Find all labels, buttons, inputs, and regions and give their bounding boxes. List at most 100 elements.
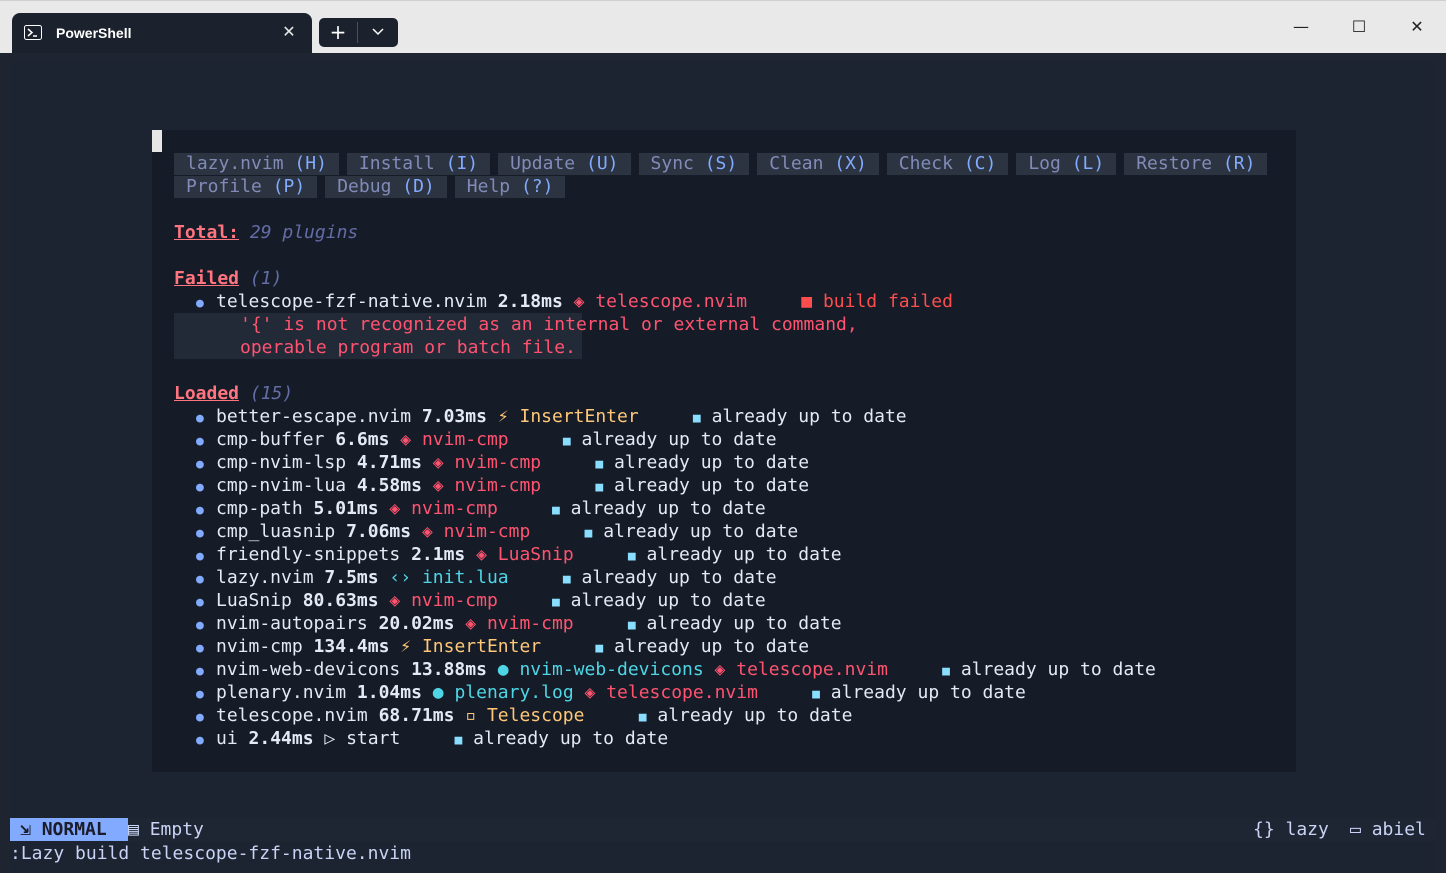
lazy-button-clean[interactable]: Clean (X) <box>757 153 879 175</box>
plugin-time: 7.5ms <box>324 567 379 588</box>
plugin-status: already up to date <box>960 659 1156 680</box>
mode-indicator: ⇲ NORMAL <box>10 818 128 841</box>
command-line[interactable]: :Lazy build telescope-fzf-native.nvim <box>10 842 411 865</box>
plugin-status: already up to date <box>646 544 842 565</box>
plugin-row[interactable]: ● nvim-web-devicons 13.88ms ● nvim-web-de… <box>196 658 1156 681</box>
plugin-name: cmp-path <box>216 498 303 519</box>
plugin-row[interactable]: ● better-escape.nvim 7.03ms ⚡ InsertEnter… <box>196 405 907 428</box>
plugin-row[interactable]: ● lazy.nvim 7.5ms ‹› init.lua ■ already u… <box>196 566 777 589</box>
lazy-button-log[interactable]: Log (L) <box>1016 153 1117 175</box>
statusline: ⇲ NORMAL ▤ Empty {} lazy ▭ abiel <box>10 818 1436 841</box>
plugin-status: already up to date <box>473 728 669 749</box>
plugin-name: nvim-cmp <box>216 636 303 657</box>
plugin-row[interactable]: ● nvim-cmp 134.4ms ⚡ InsertEnter ■ alread… <box>196 635 809 658</box>
file-name: Empty <box>149 819 204 840</box>
failed-plugin-row[interactable]: ● telescope-fzf-native.nvim 2.18ms ◈ tele… <box>196 290 953 313</box>
lazy-button-help[interactable]: Help (?) <box>454 176 566 198</box>
file-icon: ▤ <box>128 819 139 840</box>
source-icon: ◈ <box>389 498 401 519</box>
total-line: Total: 29 plugins <box>174 221 358 244</box>
plugin-source: LuaSnip <box>497 544 574 565</box>
plugin-row[interactable]: ● cmp-nvim-lsp 4.71ms ◈ nvim-cmp ■ alread… <box>196 451 809 474</box>
maximize-button[interactable]: ☐ <box>1336 11 1382 43</box>
plugin-row[interactable]: ● cmp_luasnip 7.06ms ◈ nvim-cmp ■ already… <box>196 520 798 543</box>
plugin-status: already up to date <box>657 705 853 726</box>
plugin-row[interactable]: ● cmp-nvim-lua 4.58ms ◈ nvim-cmp ■ alread… <box>196 474 809 497</box>
source-icon: ⚡ <box>497 406 509 427</box>
status-square-icon: ■ <box>454 733 463 748</box>
plugin-status: already up to date <box>614 452 810 473</box>
new-tab-button[interactable]: + <box>319 18 357 47</box>
button-key: (S) <box>704 153 738 174</box>
check-circle-icon: ● <box>196 664 204 679</box>
source-icon: ◈ <box>476 544 487 565</box>
lazy-button-update[interactable]: Update (U) <box>498 153 631 175</box>
lazy-button-sync[interactable]: Sync (S) <box>638 153 750 175</box>
check-circle-icon: ● <box>196 641 204 656</box>
minimize-button[interactable]: — <box>1278 11 1324 43</box>
check-circle-icon: ● <box>196 457 204 472</box>
plugin-source: telescope.nvim <box>595 291 748 312</box>
plugin-name: cmp-buffer <box>216 429 325 450</box>
button-label: Install <box>358 153 435 174</box>
tab-powershell[interactable]: PowerShell ✕ <box>12 13 312 53</box>
plugin-status: already up to date <box>614 636 810 657</box>
plugin-time: 68.71ms <box>378 705 455 726</box>
lazy-button-install[interactable]: Install (I) <box>346 153 491 175</box>
error-message-line2: operable program or batch file. <box>240 337 576 358</box>
status-square-icon: ■ <box>638 710 647 725</box>
plugin-row[interactable]: ● plenary.nvim 1.04ms ● plenary.log ◈ tel… <box>196 681 1026 704</box>
plugin-name: plenary.nvim <box>216 682 347 703</box>
lazy-button-debug[interactable]: Debug (D) <box>325 176 447 198</box>
plugin-source: InsertEnter <box>519 406 639 427</box>
tab-actions: + <box>319 18 398 47</box>
close-window-button[interactable]: ✕ <box>1394 11 1440 43</box>
plugin-status: already up to date <box>603 521 799 542</box>
plugin-row[interactable]: ● cmp-path 5.01ms ◈ nvim-cmp ■ already up… <box>196 497 766 520</box>
lazy-button-lazynvim[interactable]: lazy.nvim (H) <box>174 153 339 175</box>
plugin-row[interactable]: ● LuaSnip 80.63ms ◈ nvim-cmp ■ already up… <box>196 589 766 612</box>
title-bar: PowerShell ✕ + — ☐ ✕ <box>0 0 1446 53</box>
plugin-source: nvim-web-devicons <box>519 659 704 680</box>
plugin-row[interactable]: ● ui 2.44ms ▷ start ■ already up to date <box>196 727 668 750</box>
plugin-time: 1.04ms <box>356 682 422 703</box>
status-square-icon: ■ <box>562 434 571 449</box>
plugin-row[interactable]: ● friendly-snippets 2.1ms ◈ LuaSnip ■ alr… <box>196 543 842 566</box>
source-icon: ‹› <box>389 567 412 588</box>
lazy-button-profile[interactable]: Profile (P) <box>174 176 318 198</box>
plugin-row[interactable]: ● telescope.nvim 68.71ms ▫ Telescope ■ al… <box>196 704 852 727</box>
chevron-down-icon[interactable] <box>358 18 398 47</box>
plugin-time: 5.01ms <box>313 498 379 519</box>
status-square-icon: ■ <box>942 664 950 679</box>
mode-icon: ⇲ <box>20 819 31 840</box>
button-label: Profile <box>186 176 262 197</box>
source-icon: ◈ <box>432 452 444 473</box>
button-key: (L) <box>1071 153 1105 174</box>
lazy-button-restore[interactable]: Restore (R) <box>1124 153 1268 175</box>
status-square-icon: ■ <box>812 687 820 702</box>
plugin-status: already up to date <box>570 590 766 611</box>
plugin-source: Telescope <box>486 705 585 726</box>
check-circle-icon: ● <box>196 503 204 518</box>
lazy-toolbar-row1: lazy.nvim (H) Install (I) Update (U) Sync (… <box>174 152 1275 175</box>
plugin-status: already up to date <box>570 498 766 519</box>
source-icon: ▷ <box>324 728 336 749</box>
total-value: 29 plugins <box>249 222 359 243</box>
source-icon: ◈ <box>421 521 433 542</box>
plugin-row[interactable]: ● cmp-buffer 6.6ms ◈ nvim-cmp ■ already u… <box>196 428 777 451</box>
button-label: Help <box>466 176 511 197</box>
failed-count: (1) <box>249 268 283 289</box>
terminal-area[interactable]: lazy.nvim (H) Install (I) Update (U) Sync (… <box>10 62 1436 873</box>
button-label: Clean <box>769 153 824 174</box>
close-tab-icon[interactable]: ✕ <box>278 21 300 43</box>
check-circle-icon: ● <box>196 411 204 426</box>
plugin-source-2: telescope.nvim <box>606 682 758 703</box>
plugin-row[interactable]: ● nvim-autopairs 20.02ms ◈ nvim-cmp ■ alr… <box>196 612 842 635</box>
plugin-source: nvim-cmp <box>443 521 531 542</box>
error-square-icon: ■ <box>801 291 813 312</box>
filetype-indicator: {} lazy <box>1253 819 1329 840</box>
plugin-source: nvim-cmp <box>411 498 498 519</box>
lazy-button-check[interactable]: Check (C) <box>886 153 1009 175</box>
mode-label: NORMAL <box>41 819 107 840</box>
source-icon: ◈ <box>432 475 444 496</box>
